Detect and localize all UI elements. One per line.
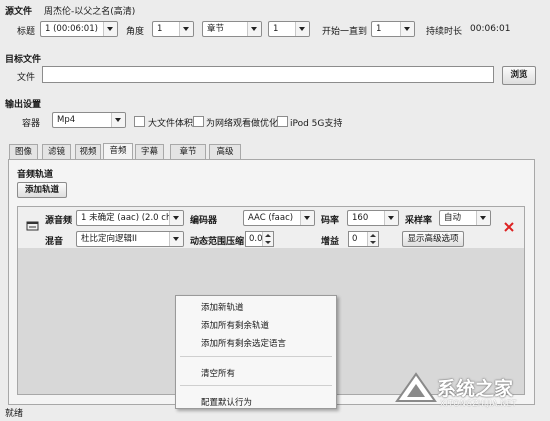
gain-spinner[interactable]: 0 [348, 231, 379, 247]
range-to-label: 开始一直到 [322, 27, 368, 37]
menu-item-configure-defaults[interactable]: 配置默认行为 [201, 396, 252, 408]
angle-select-value: 1 [157, 24, 163, 34]
chevron-down-icon [169, 232, 183, 246]
tab-video[interactable]: 视频 [75, 144, 101, 159]
drc-spinner[interactable]: 0.0 [245, 231, 274, 247]
source-audio-select[interactable]: 1 未确定 (aac) (2.0 ch) [76, 210, 184, 226]
source-file-name: 周杰伦-以父之名(高清) [44, 7, 136, 17]
drc-label: 动态范围压缩 [190, 237, 245, 247]
container-label: 容器 [22, 119, 41, 129]
range-end-select[interactable]: 1 [371, 21, 415, 37]
large-file-label: 大文件体积 [148, 119, 194, 129]
encoder-label: 编码器 [190, 216, 218, 226]
chevron-down-icon [111, 113, 125, 127]
title-select-value: 1 (00:06:01) [45, 24, 98, 34]
range-start-select[interactable]: 1 [268, 21, 310, 37]
bitrate-select[interactable]: 160 [347, 210, 399, 226]
target-file-input[interactable] [42, 66, 494, 83]
bitrate-label: 码率 [321, 216, 340, 226]
mixdown-label: 混音 [45, 237, 64, 247]
source-audio-label: 源音频 [45, 216, 73, 226]
show-advanced-button[interactable]: 显示高级选项 [402, 231, 464, 247]
remove-track-icon[interactable] [503, 221, 515, 233]
menu-item-add-new-track[interactable]: 添加新轨道 [201, 301, 244, 313]
chevron-down-icon [103, 22, 117, 36]
title-label: 标题 [17, 27, 36, 37]
encoder-select[interactable]: AAC (faac) [243, 210, 315, 226]
container-select-value: Mp4 [57, 115, 76, 125]
title-select[interactable]: 1 (00:06:01) [40, 21, 118, 37]
angle-label: 角度 [126, 27, 145, 37]
tab-filters[interactable]: 滤镜 [42, 144, 71, 159]
tab-chapters[interactable]: 章节 [170, 144, 206, 159]
watermark-url: XITONGZHIJIA.NET [440, 399, 517, 408]
bitrate-value: 160 [352, 213, 369, 223]
tab-picture[interactable]: 图像 [9, 144, 38, 159]
container-select[interactable]: Mp4 [52, 112, 126, 128]
menu-item-add-all-remaining[interactable]: 添加所有剩余轨道 [201, 319, 269, 331]
source-audio-value: 1 未确定 (aac) (2.0 ch) [81, 213, 175, 223]
ipod-checkbox[interactable] [277, 116, 288, 127]
chevron-down-icon [247, 22, 261, 36]
range-type-select[interactable]: 章节 [202, 21, 262, 37]
range-start-value: 1 [273, 24, 279, 34]
context-menu [175, 295, 337, 409]
web-optimize-label: 为网络观看做优化 [206, 119, 279, 129]
add-track-button[interactable]: 添加轨道 [17, 182, 67, 198]
range-type-value: 章节 [207, 24, 225, 34]
gain-label: 增益 [321, 237, 340, 247]
large-file-checkbox[interactable] [134, 116, 145, 127]
target-file-label: 文件 [17, 73, 36, 83]
target-section-label: 目标文件 [5, 55, 42, 65]
watermark-logo-icon [395, 372, 437, 402]
chevron-down-icon [179, 22, 193, 36]
ipod-label: iPod 5G支持 [290, 119, 343, 129]
angle-select[interactable]: 1 [152, 21, 194, 37]
tab-advanced[interactable]: 高级 [209, 144, 241, 159]
menu-item-add-remaining-languages[interactable]: 添加所有剩余选定语言 [201, 337, 286, 349]
menu-separator [180, 385, 332, 386]
chevron-down-icon [300, 211, 314, 225]
range-end-value: 1 [376, 24, 382, 34]
chevron-down-icon [384, 211, 398, 225]
browse-button[interactable]: 浏览 [502, 66, 536, 85]
mixdown-value: 杜比定向逻辑II [81, 234, 138, 244]
spin-arrows-icon [262, 232, 273, 246]
drc-value: 0.0 [249, 234, 263, 244]
track-handle-icon [26, 221, 39, 231]
source-section-label: 源文件 [5, 7, 33, 17]
duration-label: 持续时长 [426, 27, 463, 37]
chevron-down-icon [169, 211, 183, 225]
samplerate-value: 自动 [444, 213, 462, 223]
mixdown-select[interactable]: 杜比定向逻辑II [76, 231, 184, 247]
tab-audio[interactable]: 音频 [103, 143, 133, 160]
chevron-down-icon [476, 211, 490, 225]
samplerate-label: 采样率 [405, 216, 433, 226]
menu-item-clear-all[interactable]: 清空所有 [201, 367, 235, 379]
output-section-label: 输出设置 [5, 100, 42, 110]
watermark-brand: 系统之家 [437, 378, 514, 400]
chevron-down-icon [400, 22, 414, 36]
menu-separator [180, 356, 332, 357]
audio-tracks-label: 音频轨道 [17, 170, 54, 180]
web-optimize-checkbox[interactable] [193, 116, 204, 127]
status-text: 就绪 [5, 409, 24, 419]
gain-value: 0 [352, 234, 358, 244]
samplerate-select[interactable]: 自动 [439, 210, 491, 226]
duration-value: 00:06:01 [470, 24, 511, 34]
spin-arrows-icon [367, 232, 378, 246]
encoder-value: AAC (faac) [248, 213, 294, 223]
chevron-down-icon [295, 22, 309, 36]
tab-subtitles[interactable]: 字幕 [135, 144, 164, 159]
